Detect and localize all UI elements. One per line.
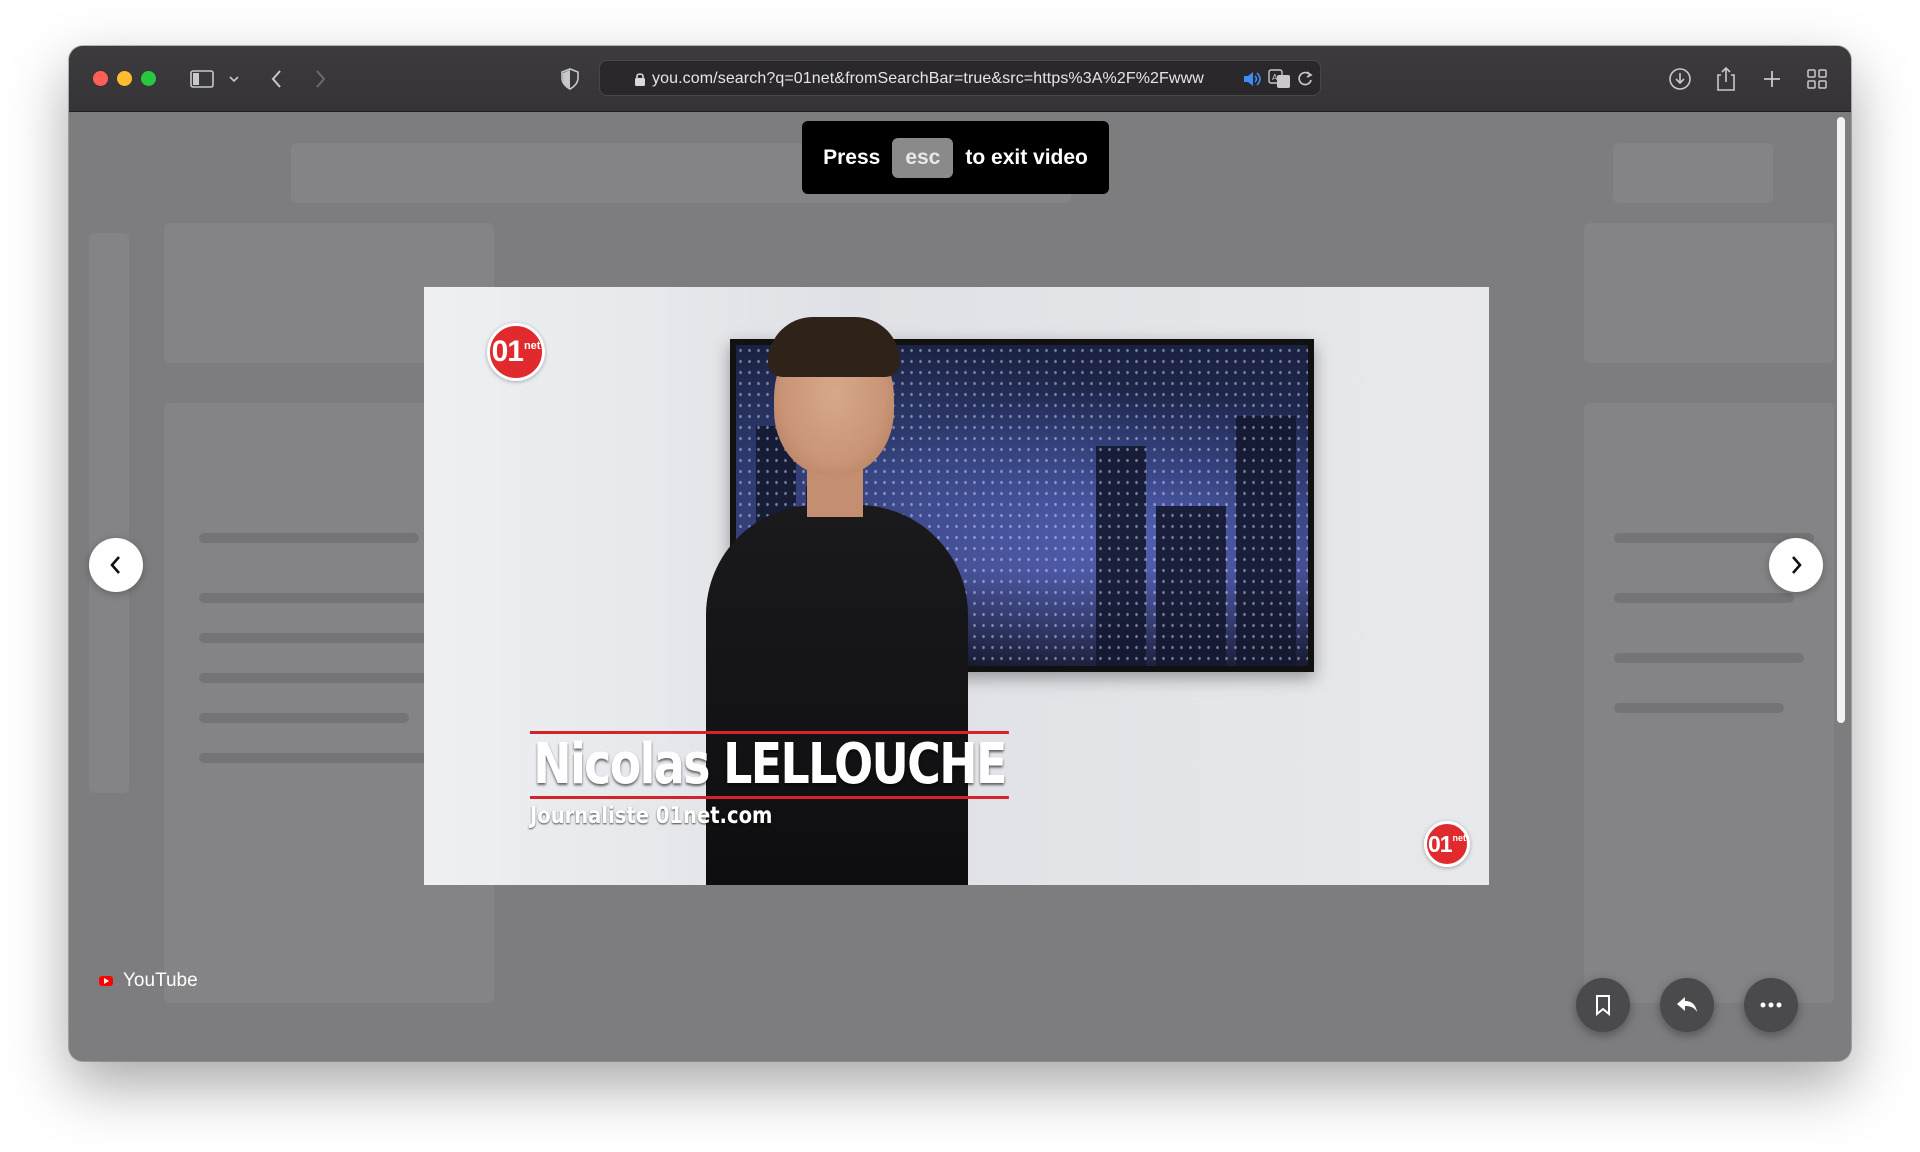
backdrop-card bbox=[1584, 223, 1834, 363]
exit-video-banner: Press esc to exit video bbox=[802, 121, 1109, 194]
01net-logo-bottom: 01 net bbox=[1424, 821, 1470, 867]
banner-exit-text: to exit video bbox=[965, 145, 1088, 169]
reload-icon[interactable] bbox=[1296, 70, 1314, 93]
browser-window: you.com/search?q=01net&fromSearchBar=tru… bbox=[69, 46, 1851, 1061]
backdrop-text bbox=[199, 633, 429, 643]
banner-press-text: Press bbox=[823, 145, 881, 169]
window-close-button[interactable] bbox=[93, 71, 108, 86]
url-text[interactable]: you.com/search?q=01net&fromSearchBar=tru… bbox=[652, 70, 1232, 90]
sidebar-icon[interactable] bbox=[187, 64, 217, 94]
shield-icon[interactable] bbox=[555, 64, 585, 94]
back-button[interactable] bbox=[262, 64, 292, 94]
backdrop-account bbox=[1613, 143, 1773, 203]
backdrop-text bbox=[199, 593, 439, 603]
backdrop-text bbox=[1614, 653, 1804, 663]
esc-key-badge: esc bbox=[892, 137, 954, 178]
backdrop-text bbox=[199, 533, 419, 543]
share-icon[interactable] bbox=[1711, 64, 1741, 94]
presenter-name: Nicolas LELLOUCHE bbox=[530, 731, 1010, 799]
speaker-icon[interactable] bbox=[1242, 70, 1262, 93]
reply-arrow-icon bbox=[1677, 997, 1697, 1012]
ellipsis-icon bbox=[1760, 1002, 1782, 1008]
logo-number: 01 bbox=[491, 335, 524, 368]
logo-number: 01 bbox=[1427, 830, 1453, 857]
next-button[interactable] bbox=[1769, 538, 1823, 592]
forward-button[interactable] bbox=[305, 64, 335, 94]
presenter-role: Journaliste 01net.com bbox=[530, 802, 773, 829]
bookmark-icon bbox=[1596, 995, 1610, 1016]
01net-logo-top: 01 net bbox=[487, 323, 545, 381]
download-icon[interactable] bbox=[1665, 64, 1695, 94]
share-video-button[interactable] bbox=[1660, 978, 1714, 1032]
bookmark-button[interactable] bbox=[1576, 978, 1630, 1032]
video-source[interactable]: YouTube bbox=[99, 970, 198, 992]
scrollbar[interactable] bbox=[1837, 117, 1845, 723]
backdrop-text bbox=[199, 713, 409, 723]
chevron-down-icon[interactable] bbox=[219, 64, 249, 94]
logo-suffix: net bbox=[1452, 833, 1467, 843]
lock-icon bbox=[634, 71, 646, 92]
backdrop-text bbox=[199, 673, 439, 683]
video-player[interactable]: 01 net 01 net Nicolas LELLOUCHE Journalist… bbox=[424, 287, 1489, 885]
window-maximize-button[interactable] bbox=[141, 71, 156, 86]
backdrop-sidebar bbox=[89, 233, 129, 793]
previous-button[interactable] bbox=[89, 538, 143, 592]
logo-suffix: net bbox=[523, 340, 541, 352]
backdrop-text bbox=[1614, 593, 1794, 603]
backdrop-text bbox=[1614, 703, 1784, 713]
translate-icon[interactable]: A bbox=[1268, 69, 1292, 94]
lower-third-caption: Nicolas LELLOUCHE Journaliste 01net.com bbox=[530, 731, 1010, 829]
plus-icon[interactable] bbox=[1757, 64, 1787, 94]
grid-icon[interactable] bbox=[1802, 64, 1832, 94]
browser-toolbar: you.com/search?q=01net&fromSearchBar=tru… bbox=[69, 46, 1851, 112]
more-options-button[interactable] bbox=[1744, 978, 1798, 1032]
backdrop-text bbox=[199, 753, 434, 763]
window-minimize-button[interactable] bbox=[117, 71, 132, 86]
video-source-label: YouTube bbox=[123, 970, 198, 991]
youtube-icon bbox=[99, 976, 113, 986]
chevron-right-icon bbox=[1792, 556, 1802, 574]
presenter-hair bbox=[768, 317, 900, 377]
chevron-left-icon bbox=[110, 556, 120, 574]
address-bar[interactable]: you.com/search?q=01net&fromSearchBar=tru… bbox=[599, 60, 1321, 96]
svg-text:A: A bbox=[1272, 73, 1278, 82]
